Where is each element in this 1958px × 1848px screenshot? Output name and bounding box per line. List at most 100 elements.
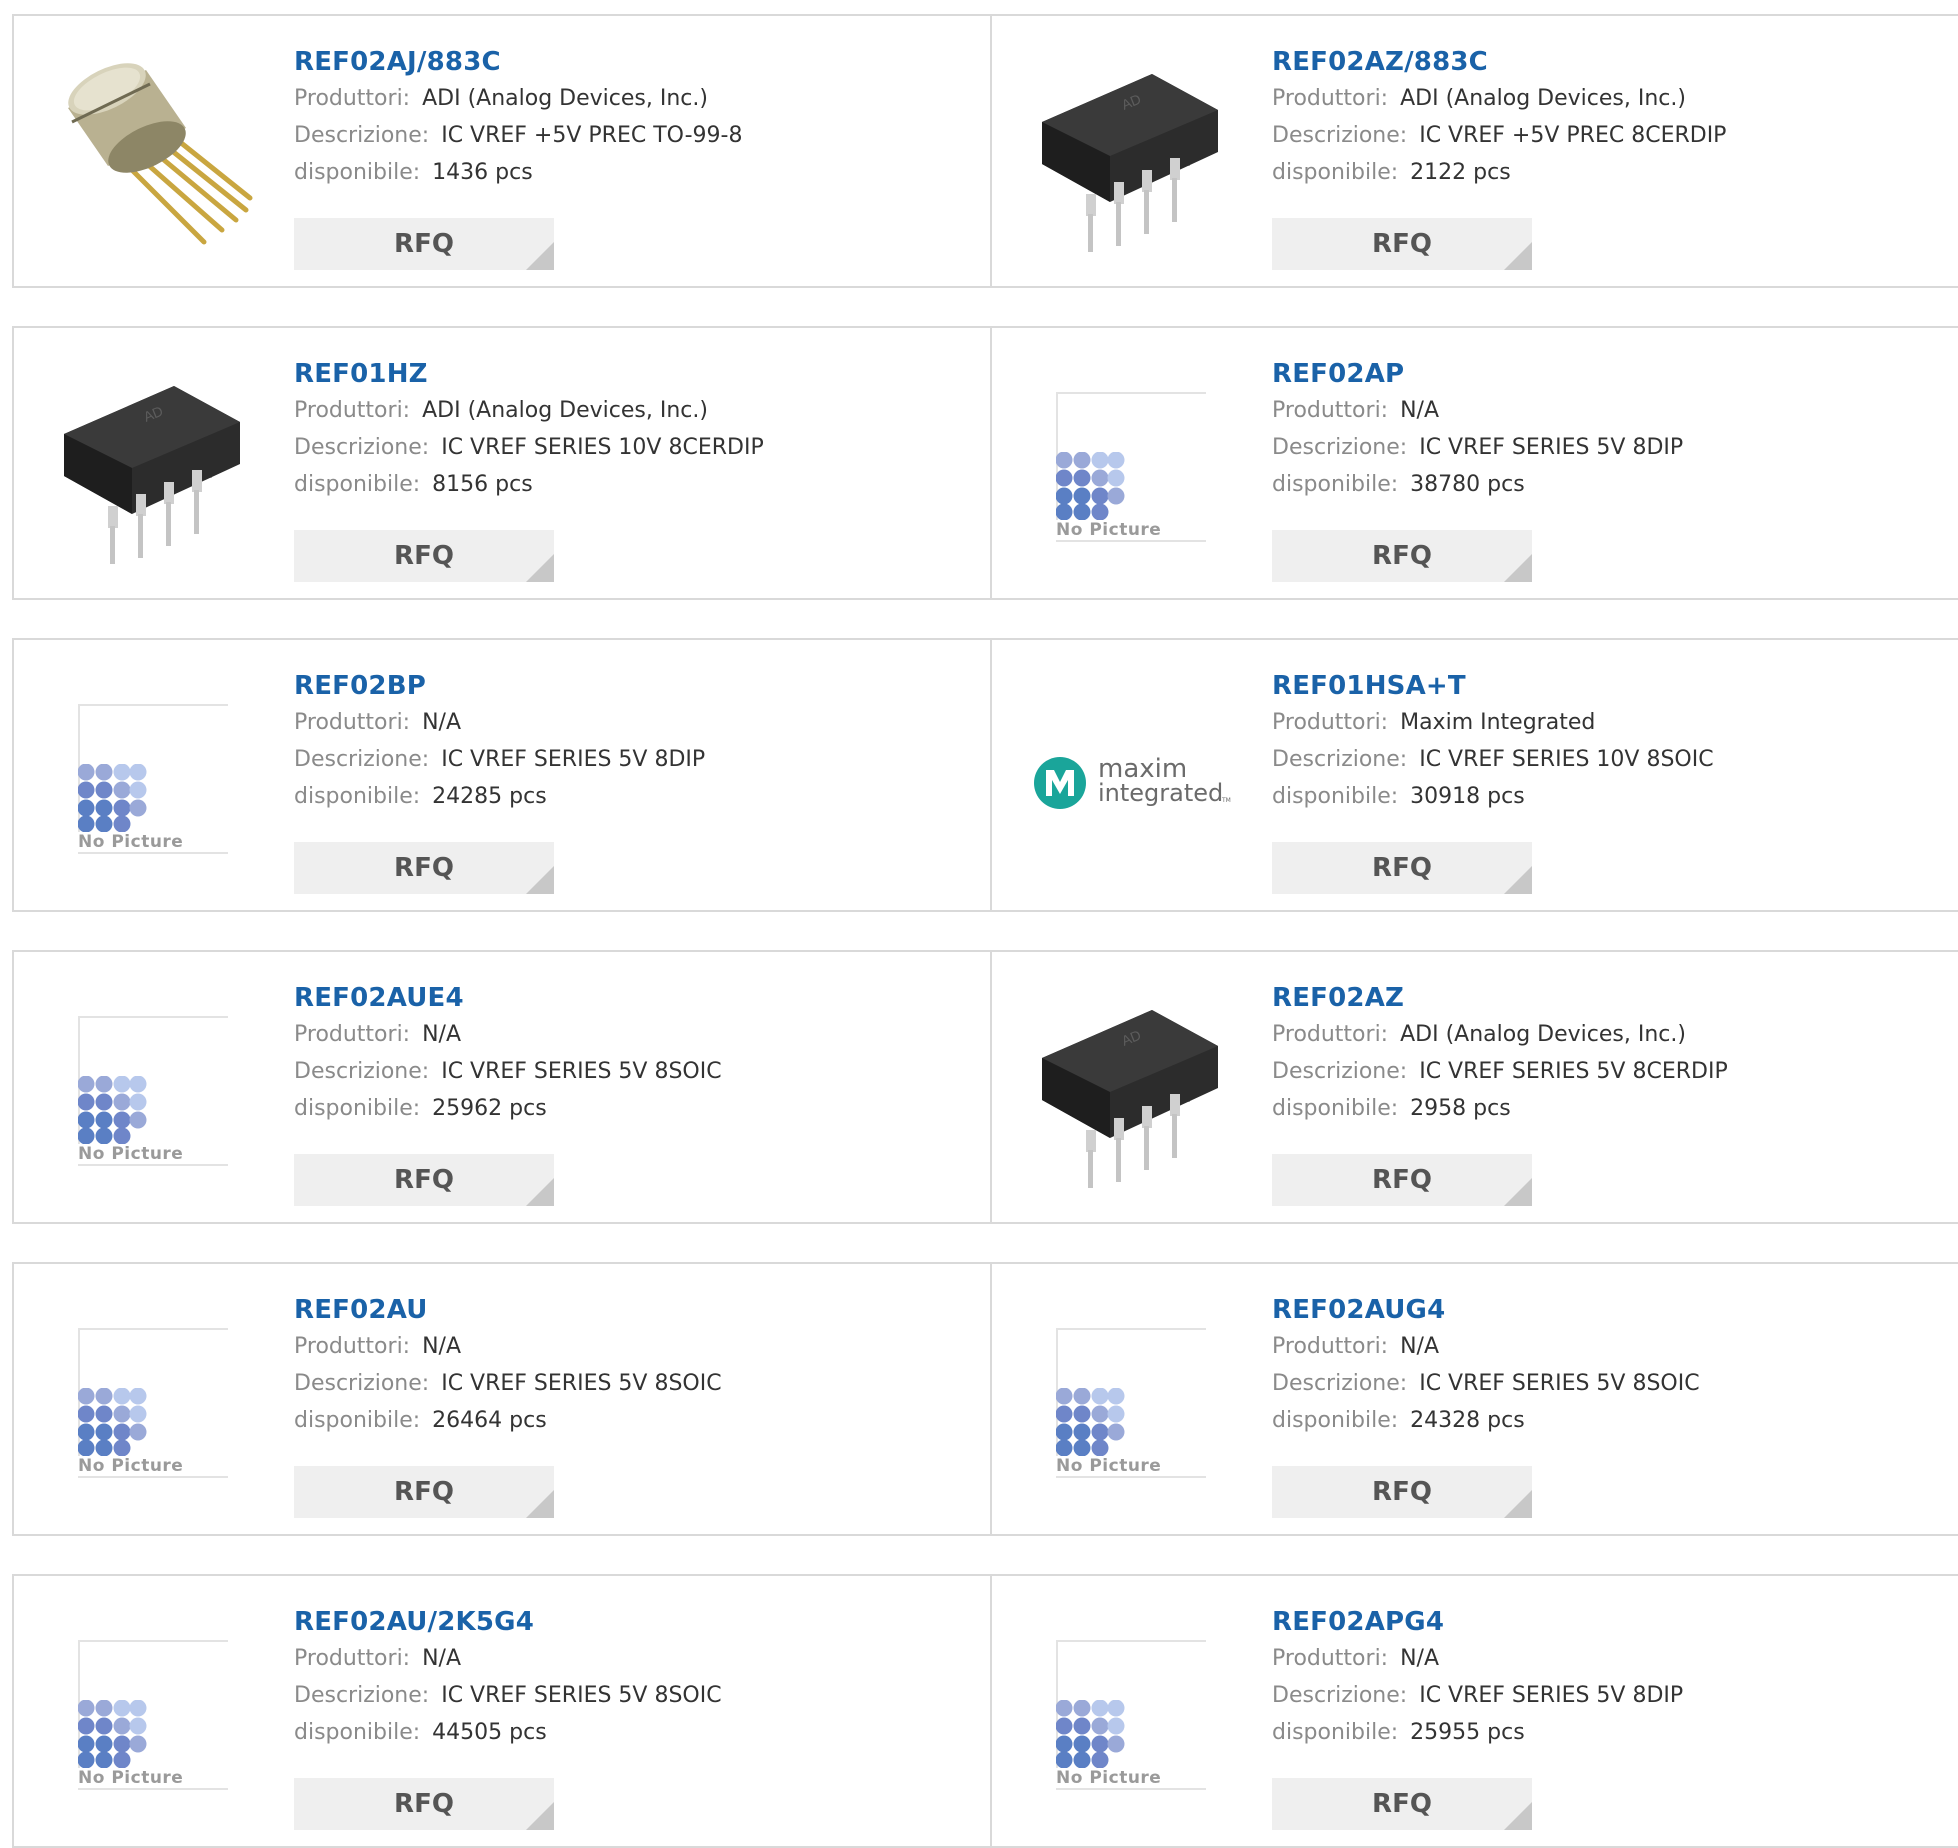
dip8-chip-image: AD bbox=[64, 386, 240, 570]
product-description-label: Descrizione: bbox=[294, 1683, 430, 1708]
product-available-line: disponibile: 25955 pcs bbox=[1272, 1714, 1683, 1751]
dip8-chip-image: AD bbox=[1042, 1010, 1218, 1194]
rfq-corner-decoration bbox=[1504, 1802, 1532, 1830]
product-manufacturer-label: Produttori: bbox=[1272, 86, 1389, 111]
product-available-line: disponibile: 25962 pcs bbox=[294, 1090, 722, 1127]
product-manufacturer-label: Produttori: bbox=[294, 1334, 411, 1359]
product-available-value: 25962 pcs bbox=[432, 1096, 547, 1121]
no-picture-icon bbox=[1056, 452, 1125, 521]
rfq-button[interactable]: RFQ bbox=[1272, 1778, 1532, 1830]
product-available-value: 24328 pcs bbox=[1410, 1408, 1525, 1433]
product-part-link[interactable]: REF02AZ bbox=[1272, 980, 1728, 1016]
product-manufacturer-value: ADI (Analog Devices, Inc.) bbox=[1400, 1022, 1686, 1047]
product-thumbnail[interactable]: No Picture bbox=[54, 988, 254, 1188]
rfq-button[interactable]: RFQ bbox=[294, 1154, 554, 1206]
rfq-corner-decoration bbox=[526, 1178, 554, 1206]
no-picture-icon bbox=[78, 1388, 147, 1457]
product-part-link[interactable]: REF02AZ/883C bbox=[1272, 44, 1726, 80]
product-part-link[interactable]: REF02AJ/883C bbox=[294, 44, 742, 80]
product-manufacturer-line: Produttori: N/A bbox=[294, 1016, 722, 1053]
product-description-label: Descrizione: bbox=[294, 1371, 430, 1396]
product-thumbnail[interactable] bbox=[54, 52, 254, 252]
product-part-link[interactable]: REF02APG4 bbox=[1272, 1604, 1683, 1640]
product-part-link[interactable]: REF02BP bbox=[294, 668, 705, 704]
product-available-value: 30918 pcs bbox=[1410, 784, 1525, 809]
rfq-corner-decoration bbox=[526, 1490, 554, 1518]
product-manufacturer-value: N/A bbox=[1400, 1646, 1440, 1671]
product-manufacturer-label: Produttori: bbox=[294, 86, 411, 111]
rfq-button[interactable]: RFQ bbox=[1272, 530, 1532, 582]
product-info: REF02AUG4 Produttori: N/A Descrizione: IC VR… bbox=[1272, 1292, 1700, 1439]
product-thumbnail[interactable]: AD bbox=[54, 364, 254, 570]
product-manufacturer-line: Produttori: N/A bbox=[1272, 1640, 1683, 1677]
rfq-button[interactable]: RFQ bbox=[1272, 1154, 1532, 1206]
rfq-button[interactable]: RFQ bbox=[294, 1778, 554, 1830]
rfq-button[interactable]: RFQ bbox=[1272, 1466, 1532, 1518]
product-available-line: disponibile: 30918 pcs bbox=[1272, 778, 1714, 815]
product-row: REF02AJ/883C Produttori: ADI (Analog Devic… bbox=[12, 14, 1958, 288]
maxim-logo-line2: integrated bbox=[1098, 779, 1223, 807]
product-part-link[interactable]: REF02AP bbox=[1272, 356, 1683, 392]
product-description-value: IC VREF SERIES 10V 8CERDIP bbox=[441, 435, 764, 460]
product-available-line: disponibile: 38780 pcs bbox=[1272, 466, 1683, 503]
product-thumbnail[interactable]: maxim integrated TM bbox=[1032, 676, 1232, 876]
product-manufacturer-value: N/A bbox=[1400, 398, 1440, 423]
no-picture-label: No Picture bbox=[1056, 1768, 1166, 1788]
product-description-value: IC VREF SERIES 5V 8DIP bbox=[1419, 1683, 1684, 1708]
product-card: AD REF02AZ Produttori: ADI (Analog Devices,… bbox=[992, 952, 1958, 1222]
product-row: No Picture REF02AUE4 Produttori: N/A Descriz… bbox=[12, 950, 1958, 1224]
product-manufacturer-line: Produttori: ADI (Analog Devices, Inc.) bbox=[294, 392, 764, 429]
product-manufacturer-value: Maxim Integrated bbox=[1400, 710, 1596, 735]
product-part-link[interactable]: REF02AUG4 bbox=[1272, 1292, 1700, 1328]
rfq-corner-decoration bbox=[1504, 1490, 1532, 1518]
product-manufacturer-value: N/A bbox=[1400, 1334, 1440, 1359]
product-card: No Picture REF02AU/2K5G4 Produttori: N/A Des… bbox=[14, 1576, 992, 1846]
rfq-button[interactable]: RFQ bbox=[294, 530, 554, 582]
no-picture-label: No Picture bbox=[78, 1768, 188, 1788]
product-thumbnail[interactable]: AD bbox=[1032, 52, 1232, 258]
product-info: REF02APG4 Produttori: N/A Descrizione: IC VR… bbox=[1272, 1604, 1683, 1751]
product-description-line: Descrizione: IC VREF +5V PREC 8CERDIP bbox=[1272, 117, 1726, 154]
product-manufacturer-value: N/A bbox=[422, 710, 462, 735]
product-description-value: IC VREF +5V PREC 8CERDIP bbox=[1419, 123, 1727, 148]
rfq-button[interactable]: RFQ bbox=[294, 218, 554, 270]
product-available-label: disponibile: bbox=[294, 1408, 421, 1433]
rfq-button-label: RFQ bbox=[394, 541, 454, 571]
product-available-value: 38780 pcs bbox=[1410, 472, 1525, 497]
product-description-label: Descrizione: bbox=[1272, 1059, 1408, 1084]
product-available-line: disponibile: 2122 pcs bbox=[1272, 154, 1726, 191]
product-thumbnail[interactable]: No Picture bbox=[1032, 1612, 1232, 1812]
product-row: AD REF01HZ Produttori: ADI (Analog Devices,… bbox=[12, 326, 1958, 600]
product-description-label: Descrizione: bbox=[1272, 1371, 1408, 1396]
product-part-link[interactable]: REF02AU bbox=[294, 1292, 722, 1328]
rfq-button[interactable]: RFQ bbox=[1272, 218, 1532, 270]
product-thumbnail[interactable]: No Picture bbox=[1032, 1300, 1232, 1500]
product-thumbnail[interactable]: AD bbox=[1032, 988, 1232, 1194]
rfq-button[interactable]: RFQ bbox=[294, 1466, 554, 1518]
product-available-label: disponibile: bbox=[294, 160, 421, 185]
product-manufacturer-label: Produttori: bbox=[294, 398, 411, 423]
product-thumbnail[interactable]: No Picture bbox=[54, 1612, 254, 1812]
product-description-label: Descrizione: bbox=[1272, 123, 1408, 148]
product-thumbnail[interactable]: No Picture bbox=[1032, 364, 1232, 564]
product-part-link[interactable]: REF02AU/2K5G4 bbox=[294, 1604, 722, 1640]
product-part-link[interactable]: REF01HZ bbox=[294, 356, 764, 392]
rfq-corner-decoration bbox=[1504, 242, 1532, 270]
product-part-link[interactable]: REF01HSA+T bbox=[1272, 668, 1714, 704]
product-available-value: 44505 pcs bbox=[432, 1720, 547, 1745]
product-manufacturer-line: Produttori: ADI (Analog Devices, Inc.) bbox=[1272, 80, 1726, 117]
product-info: REF01HSA+T Produttori: Maxim Integrated Des… bbox=[1272, 668, 1714, 815]
product-description-value: IC VREF SERIES 5V 8DIP bbox=[1419, 435, 1684, 460]
product-description-value: IC VREF SERIES 5V 8DIP bbox=[441, 747, 706, 772]
product-info: REF02BP Produttori: N/A Descrizione: IC VREF… bbox=[294, 668, 705, 815]
product-info: REF02AP Produttori: N/A Descrizione: IC VREF… bbox=[1272, 356, 1683, 503]
product-description-label: Descrizione: bbox=[294, 747, 430, 772]
rfq-button[interactable]: RFQ bbox=[294, 842, 554, 894]
product-part-link[interactable]: REF02AUE4 bbox=[294, 980, 722, 1016]
product-thumbnail[interactable]: No Picture bbox=[54, 676, 254, 876]
product-description-label: Descrizione: bbox=[1272, 435, 1408, 460]
product-available-line: disponibile: 24285 pcs bbox=[294, 778, 705, 815]
rfq-button[interactable]: RFQ bbox=[1272, 842, 1532, 894]
product-thumbnail[interactable]: No Picture bbox=[54, 1300, 254, 1500]
product-available-value: 25955 pcs bbox=[1410, 1720, 1525, 1745]
